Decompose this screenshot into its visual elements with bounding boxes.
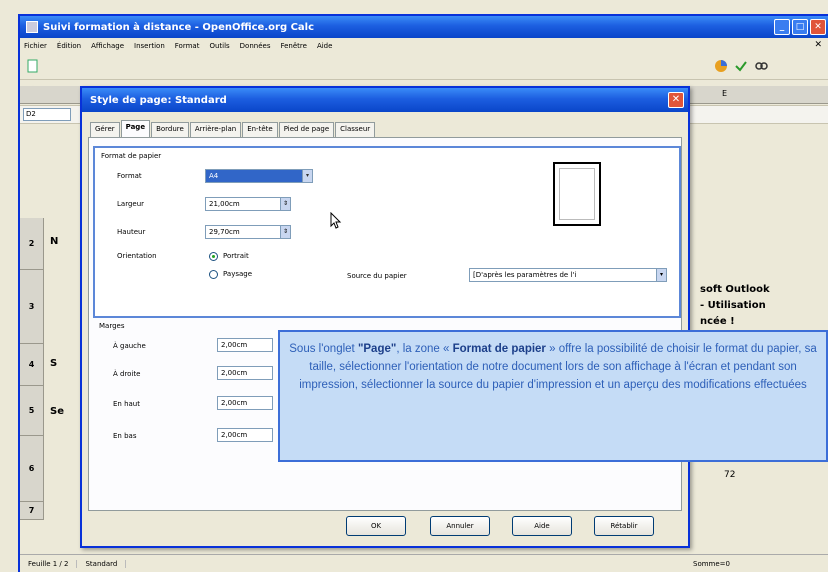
tab-footer[interactable]: Pied de page (278, 122, 335, 137)
callout-zone-name: Format de papier (452, 343, 546, 355)
find-icon[interactable] (754, 59, 768, 73)
cell-b5[interactable]: Se (50, 406, 64, 417)
paper-source-label: Source du papier (347, 272, 407, 280)
tab-manage[interactable]: Gérer (90, 122, 120, 137)
new-document-icon[interactable] (26, 59, 40, 73)
format-select[interactable]: A4 ▾ (205, 169, 313, 183)
paper-source-select[interactable]: [D'après les paramètres de l'i ▾ (469, 268, 667, 282)
reset-button[interactable]: Rétablir (594, 516, 654, 536)
row-header-6[interactable]: 6 (20, 436, 44, 502)
page-style-dialog: Style de page: Standard ✕ Gérer Page Bor… (80, 86, 690, 548)
spellcheck-icon[interactable] (734, 59, 748, 73)
ok-button[interactable]: OK (346, 516, 406, 536)
tab-borders[interactable]: Bordure (151, 122, 189, 137)
portrait-label: Portrait (223, 252, 249, 260)
row-header-2[interactable]: 2 (20, 218, 44, 270)
help-button[interactable]: Aide (512, 516, 572, 536)
callout-prefix: Sous l'onglet (289, 343, 358, 355)
menu-bar: Fichier Édition Affichage Insertion Form… (20, 38, 828, 54)
menu-window[interactable]: Fenêtre (280, 42, 306, 50)
row-header-7[interactable]: 7 (20, 502, 44, 520)
status-bar: Feuille 1 / 2 Standard Somme=0 (20, 554, 828, 572)
callout-mid: , la zone « (396, 343, 453, 355)
calc-app-icon (26, 21, 38, 33)
dropdown-arrow-icon[interactable]: ▾ (656, 269, 666, 281)
cell-e3-line3[interactable]: ncée ! (700, 316, 735, 327)
dialog-title-bar: Style de page: Standard (82, 88, 688, 112)
orientation-label: Orientation (117, 252, 157, 260)
app-title-bar: Suivi formation à distance - OpenOffice.… (20, 16, 828, 38)
paper-source-value: [D'après les paramètres de l'i (473, 271, 577, 279)
margin-bottom-field[interactable]: 2,00cm (217, 428, 273, 442)
spin-icon[interactable]: ⇕ (280, 226, 290, 238)
tab-sheet[interactable]: Classeur (335, 122, 376, 137)
minimize-button[interactable]: _ (774, 19, 790, 35)
margin-bottom-label: En bas (113, 432, 137, 440)
menu-insert[interactable]: Insertion (134, 42, 165, 50)
menu-view[interactable]: Affichage (91, 42, 124, 50)
height-field[interactable]: 29,70cm ⇕ (205, 225, 291, 239)
mouse-cursor-icon (330, 212, 342, 229)
spin-icon[interactable]: ⇕ (280, 198, 290, 210)
menu-tools[interactable]: Outils (209, 42, 229, 50)
paper-format-group: Format de papier Format A4 ▾ Largeur 21,… (93, 146, 681, 318)
dropdown-arrow-icon[interactable]: ▾ (302, 170, 312, 182)
format-value: A4 (209, 172, 219, 180)
margin-right-label: À droite (113, 370, 141, 378)
format-label: Format (117, 172, 142, 180)
margin-top-field[interactable]: 2,00cm (217, 396, 273, 410)
tab-header[interactable]: En-tête (242, 122, 278, 137)
dialog-close-button[interactable]: ✕ (668, 92, 684, 108)
sum-indicator: Somme=0 (693, 559, 730, 568)
height-label: Hauteur (117, 228, 146, 236)
menu-data[interactable]: Données (240, 42, 271, 50)
name-box[interactable]: D2 (23, 108, 71, 121)
tab-background[interactable]: Arrière-plan (189, 122, 242, 137)
height-value: 29,70cm (209, 228, 240, 236)
width-value: 21,00cm (209, 200, 240, 208)
close-document-icon[interactable]: ✕ (814, 40, 822, 50)
maximize-button[interactable]: □ (792, 19, 808, 35)
width-label: Largeur (117, 200, 145, 208)
page-preview (553, 162, 601, 226)
cell-b2[interactable]: N (50, 236, 58, 247)
chart-icon[interactable] (714, 59, 728, 73)
margins-title: Marges (99, 322, 125, 330)
cell-e6[interactable]: 72 (724, 470, 735, 480)
row-header-4[interactable]: 4 (20, 344, 44, 386)
standard-toolbar (20, 54, 828, 80)
menu-edit[interactable]: Édition (57, 42, 81, 50)
app-title-text: Suivi formation à distance - OpenOffice.… (43, 21, 315, 33)
tab-page[interactable]: Page (120, 120, 151, 137)
callout-tab-name: "Page" (357, 343, 397, 355)
portrait-radio[interactable] (209, 252, 218, 261)
tutorial-callout: Sous l'onglet "Page", la zone « Format d… (278, 330, 828, 462)
cell-e3-line2[interactable]: - Utilisation (700, 300, 766, 311)
paper-format-title: Format de papier (101, 152, 162, 160)
close-window-button[interactable]: ✕ (810, 19, 826, 35)
cancel-button[interactable]: Annuler (430, 516, 490, 536)
landscape-label: Paysage (223, 270, 253, 278)
sheet-indicator: Feuille 1 / 2 (20, 559, 78, 568)
margin-top-label: En haut (113, 400, 140, 408)
margin-right-field[interactable]: 2,00cm (217, 366, 273, 380)
menu-file[interactable]: Fichier (24, 42, 47, 50)
cell-b4[interactable]: S (50, 358, 57, 369)
margin-left-label: À gauche (113, 342, 146, 350)
menu-format[interactable]: Format (175, 42, 200, 50)
row-header-3[interactable]: 3 (20, 270, 44, 344)
landscape-radio[interactable] (209, 270, 218, 279)
dialog-title: Style de page: Standard (90, 94, 227, 106)
cell-e3-line1[interactable]: soft Outlook (700, 284, 770, 295)
row-header-5[interactable]: 5 (20, 386, 44, 436)
dialog-tabs: Gérer Page Bordure Arrière-plan En-tête … (90, 120, 376, 137)
column-e-header[interactable]: E (722, 89, 727, 98)
page-style-indicator[interactable]: Standard (77, 559, 127, 568)
margin-left-field[interactable]: 2,00cm (217, 338, 273, 352)
menu-help[interactable]: Aide (317, 42, 332, 50)
window-controls: _ □ ✕ (774, 19, 826, 35)
width-field[interactable]: 21,00cm ⇕ (205, 197, 291, 211)
